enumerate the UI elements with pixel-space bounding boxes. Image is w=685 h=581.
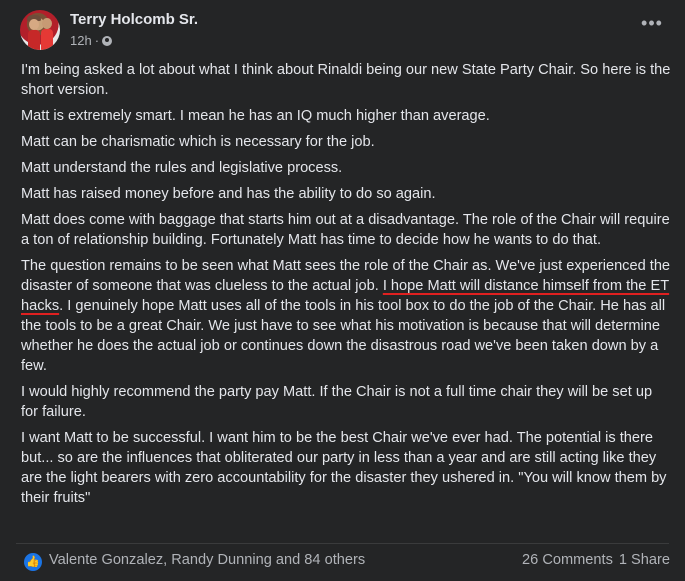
post-body: I'm being asked a lot about what I think… [21, 60, 671, 514]
shares-count[interactable]: 1 Share [619, 552, 670, 568]
post-paragraph: Matt understand the rules and legislativ… [21, 160, 343, 176]
comments-count[interactable]: 26 Comments [522, 552, 613, 568]
post-card: Terry Holcomb Sr. 12h · ••• I'm being ask… [0, 0, 685, 581]
post-paragraph: I'm being asked a lot about what I think… [21, 62, 671, 98]
paragraph-text: . I genuinely hope Matt uses all of the … [21, 298, 666, 374]
more-options-icon[interactable]: ••• [640, 14, 664, 32]
post-paragraph: Matt has raised money before and has the… [21, 186, 436, 202]
like-icon[interactable]: 👍 [24, 553, 42, 571]
avatar-face-2 [42, 18, 52, 29]
author-name[interactable]: Terry Holcomb Sr. [70, 11, 198, 28]
meta-separator: · [94, 33, 100, 48]
post-paragraph: I want Matt to be successful. I want him… [21, 430, 667, 506]
post-paragraph-annotated: The question remains to be seen what Mat… [21, 256, 671, 376]
post-paragraph: Matt does come with baggage that starts … [21, 212, 670, 248]
globe-icon [102, 36, 113, 46]
divider [16, 543, 669, 544]
post-stats: 26 Comments 1 Share [522, 552, 670, 568]
reactions-summary[interactable]: Valente Gonzalez, Randy Dunning and 84 o… [49, 552, 365, 568]
avatar-body-1 [28, 30, 40, 50]
post-paragraph: Matt can be charismatic which is necessa… [21, 134, 375, 150]
avatar-body-2 [41, 29, 53, 50]
post-footer: 👍 Valente Gonzalez, Randy Dunning and 84… [0, 543, 685, 581]
post-header: Terry Holcomb Sr. 12h · ••• [20, 10, 670, 54]
post-time[interactable]: 12h [70, 33, 92, 48]
post-paragraph: Matt is extremely smart. I mean he has a… [21, 108, 490, 124]
post-meta: 12h · [70, 33, 113, 48]
avatar[interactable] [20, 10, 60, 50]
post-paragraph: I would highly recommend the party pay M… [21, 384, 653, 420]
avatar-face-1 [29, 19, 39, 30]
